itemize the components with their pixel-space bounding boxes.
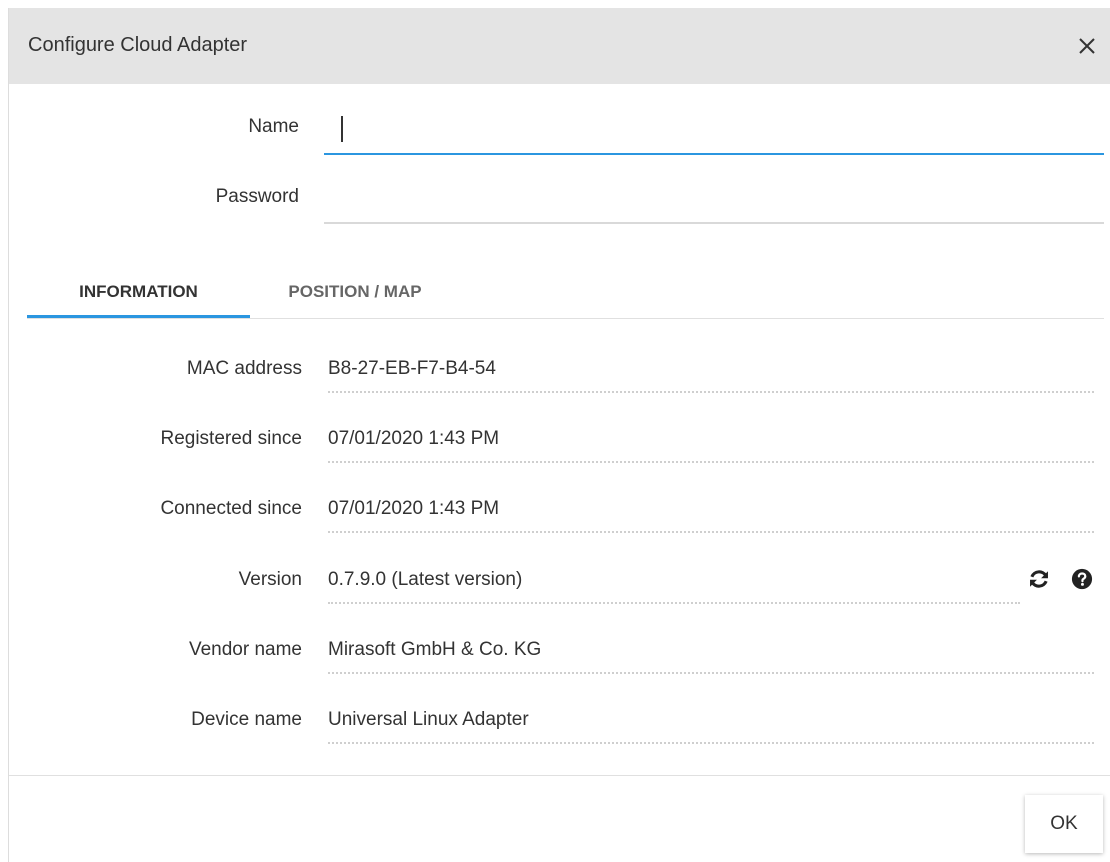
device-name-divider	[328, 742, 1094, 744]
registered-since-value: 07/01/2020 1:43 PM	[328, 428, 500, 449]
device-name-label: Device name	[191, 709, 302, 730]
dialog-title: Configure Cloud Adapter	[28, 34, 248, 56]
tab-information[interactable]: INFORMATION	[27, 266, 250, 318]
mac-address-label: MAC address	[186, 358, 302, 379]
connected-since-divider	[328, 531, 1094, 533]
dialog-header: Configure Cloud Adapter	[9, 8, 1110, 84]
version-label: Version	[238, 569, 302, 590]
password-label: Password	[215, 186, 299, 207]
mac-address-divider	[328, 391, 1094, 393]
mac-address-value: B8-27-EB-F7-B4-54	[328, 358, 496, 379]
version-divider	[328, 602, 1020, 604]
close-button[interactable]	[1071, 30, 1103, 62]
vendor-name-value: Mirasoft GmbH & Co. KG	[328, 639, 542, 660]
tab-bar: INFORMATION POSITION / MAP	[27, 266, 1104, 319]
refresh-icon	[1030, 570, 1048, 588]
vendor-name-label: Vendor name	[188, 639, 302, 660]
name-input[interactable]	[324, 119, 1104, 155]
password-input[interactable]	[324, 188, 1104, 224]
footer-divider	[9, 775, 1110, 776]
refresh-button[interactable]	[1027, 567, 1051, 591]
connected-since-label: Connected since	[160, 498, 302, 519]
vendor-name-divider	[328, 672, 1094, 674]
text-caret	[341, 116, 343, 142]
device-name-value: Universal Linux Adapter	[328, 709, 529, 730]
version-value: 0.7.9.0 (Latest version)	[328, 569, 523, 590]
close-icon	[1079, 38, 1095, 54]
registered-since-label: Registered since	[160, 428, 302, 449]
help-button[interactable]	[1070, 567, 1094, 591]
registered-since-divider	[328, 461, 1094, 463]
ok-button[interactable]: OK	[1025, 795, 1103, 853]
configure-cloud-adapter-dialog: Configure Cloud Adapter Name Password IN…	[8, 8, 1110, 862]
connected-since-value: 07/01/2020 1:43 PM	[328, 498, 500, 519]
tab-position-map[interactable]: POSITION / MAP	[250, 266, 460, 318]
name-label: Name	[248, 116, 299, 137]
help-icon	[1071, 568, 1093, 590]
